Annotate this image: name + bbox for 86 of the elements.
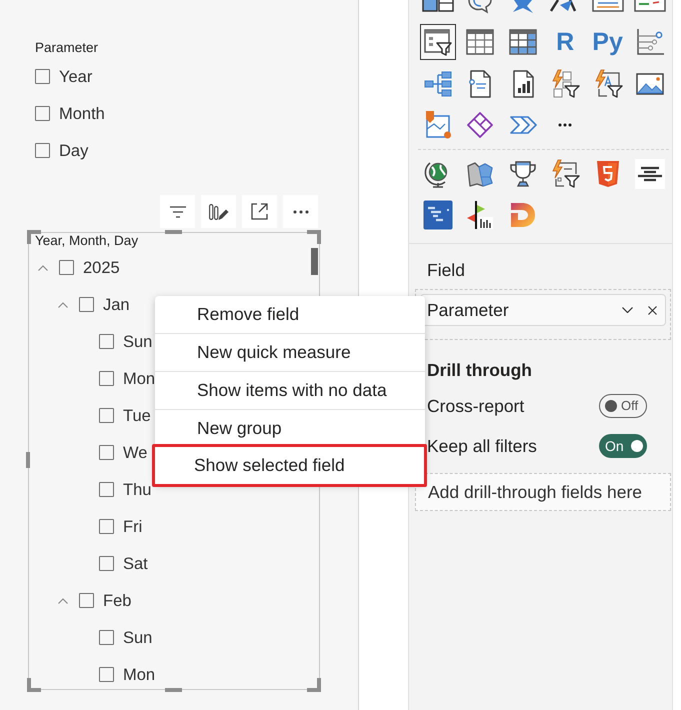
checkbox[interactable] bbox=[99, 630, 114, 645]
toggle-knob-icon bbox=[631, 440, 643, 452]
bars-pencil-icon bbox=[208, 204, 228, 220]
checkbox[interactable] bbox=[99, 334, 114, 349]
checkbox[interactable] bbox=[35, 106, 50, 121]
split-tiles-icon[interactable] bbox=[420, 0, 456, 14]
resize-handle[interactable] bbox=[26, 452, 30, 468]
dot-lines-icon[interactable] bbox=[634, 27, 665, 57]
diamond-icon[interactable] bbox=[465, 110, 496, 140]
trophy-icon[interactable] bbox=[508, 158, 538, 188]
r-visual-button[interactable]: R bbox=[547, 24, 584, 60]
toggle-label: Keep all filters bbox=[427, 436, 537, 456]
checkbox[interactable] bbox=[99, 519, 114, 534]
more-icon[interactable] bbox=[558, 123, 572, 127]
checkbox[interactable] bbox=[99, 482, 114, 497]
slicer-title: Year, Month, Day bbox=[35, 233, 138, 249]
toggle-switch[interactable]: Off bbox=[599, 394, 647, 418]
resize-handle[interactable] bbox=[307, 230, 321, 244]
tree-diagram-icon[interactable] bbox=[423, 68, 453, 98]
tree-item-label: 2025 bbox=[83, 258, 120, 278]
slicer-title: Parameter bbox=[35, 40, 98, 56]
section-heading: Field bbox=[427, 260, 465, 280]
checkbox[interactable] bbox=[99, 445, 114, 460]
tree-item-label: Mon bbox=[123, 368, 156, 388]
checkbox-label: Year bbox=[59, 66, 92, 86]
table-icon[interactable] bbox=[465, 27, 496, 57]
close-icon[interactable] bbox=[648, 306, 657, 314]
checkbox[interactable] bbox=[35, 143, 50, 158]
tree-item-label: Sun bbox=[123, 628, 152, 648]
focus-mode-button[interactable] bbox=[242, 195, 277, 228]
resize-handle[interactable] bbox=[307, 678, 321, 692]
chevron-up-icon[interactable] bbox=[58, 598, 68, 604]
lightning-text-icon[interactable] bbox=[592, 68, 623, 98]
chevron-down-icon[interactable] bbox=[622, 307, 633, 313]
menu-item[interactable]: New quick measure bbox=[155, 333, 425, 371]
slicer-visual-button[interactable] bbox=[420, 24, 456, 60]
section-heading: Drill through bbox=[427, 360, 532, 380]
python-visual-button[interactable]: Py bbox=[590, 24, 626, 60]
checkbox[interactable] bbox=[99, 556, 114, 571]
checkbox[interactable] bbox=[79, 593, 94, 608]
checkbox[interactable] bbox=[99, 371, 114, 386]
format-button[interactable] bbox=[201, 195, 236, 228]
filter-button[interactable] bbox=[160, 195, 195, 228]
toggle-label: Cross-report bbox=[427, 396, 524, 416]
field-pill[interactable]: Parameter bbox=[420, 294, 666, 326]
checkbox-label: Month bbox=[59, 104, 105, 124]
tree-item-label: We bbox=[123, 442, 148, 462]
tree-item-label: Tue bbox=[123, 406, 151, 426]
lightning-filter-icon[interactable] bbox=[550, 158, 580, 188]
more-icon bbox=[292, 210, 308, 214]
expand-icon bbox=[251, 203, 268, 220]
table-funnel-icon bbox=[423, 27, 453, 57]
drop-zone[interactable]: Add drill-through fields here bbox=[415, 473, 671, 511]
checkbox[interactable] bbox=[99, 667, 114, 682]
flag-bars-icon[interactable] bbox=[465, 200, 496, 230]
chevron-up-icon[interactable] bbox=[58, 302, 68, 308]
tree-item-label: Fri bbox=[123, 516, 142, 536]
card-icon[interactable] bbox=[590, 0, 626, 14]
tree-item-label: Thu bbox=[123, 480, 152, 500]
resize-handle[interactable] bbox=[27, 678, 41, 692]
checkbox[interactable] bbox=[35, 69, 50, 84]
scrollbar-thumb[interactable] bbox=[311, 248, 318, 275]
line-chart-icon[interactable] bbox=[632, 0, 668, 14]
checkbox[interactable] bbox=[79, 297, 94, 312]
menu-item[interactable]: Show items with no data bbox=[155, 371, 425, 409]
checkbox[interactable] bbox=[99, 408, 114, 423]
matrix-icon[interactable] bbox=[508, 27, 538, 57]
tree-item-label: Jan bbox=[103, 294, 130, 314]
resize-handle[interactable] bbox=[165, 688, 182, 692]
chevron-up-icon[interactable] bbox=[38, 264, 48, 270]
checkbox[interactable] bbox=[59, 260, 74, 275]
tree-item-label: Sat bbox=[123, 554, 148, 574]
align-lines-icon[interactable] bbox=[634, 158, 665, 188]
tree-item-label: Mon bbox=[123, 664, 156, 684]
toggle-knob-icon bbox=[605, 400, 617, 412]
map-pin-icon[interactable] bbox=[423, 110, 453, 140]
lightning-grid-icon[interactable] bbox=[550, 68, 580, 98]
menu-item[interactable]: Show selected field bbox=[152, 444, 427, 487]
tree-item-label: Feb bbox=[103, 590, 132, 610]
checkbox-label: Day bbox=[59, 140, 88, 160]
toggle-switch[interactable]: On bbox=[599, 434, 647, 458]
tree-item-label: Sun bbox=[123, 332, 152, 352]
filter-lines-icon bbox=[170, 206, 186, 218]
more-options-button[interactable] bbox=[283, 195, 318, 228]
resize-handle[interactable] bbox=[165, 230, 182, 234]
gantt-tile-icon[interactable] bbox=[423, 200, 453, 230]
